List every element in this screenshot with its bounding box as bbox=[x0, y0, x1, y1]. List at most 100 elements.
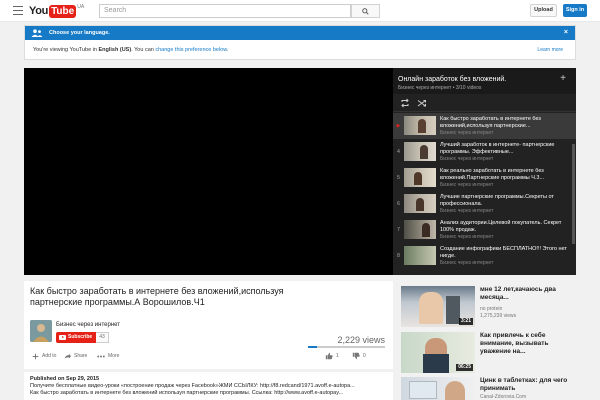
playlist-item-channel: Бизнес через интернет bbox=[440, 182, 494, 188]
shuffle-icon[interactable] bbox=[417, 98, 427, 108]
playlist-item[interactable]: 4 Лучший заработок в интернете- партнерс… bbox=[393, 139, 576, 165]
more-button[interactable]: More bbox=[97, 351, 119, 361]
masthead: You Tube UA Search Upload Sign in bbox=[0, 0, 600, 22]
close-icon[interactable]: × bbox=[564, 28, 568, 37]
dislike-count: 0 bbox=[363, 353, 366, 359]
language-banner: Choose your language. × You're viewing Y… bbox=[24, 25, 576, 60]
publish-date: Published on Sep 29, 2015 bbox=[30, 376, 100, 382]
add-to-button[interactable]: Add to bbox=[32, 351, 56, 361]
guide-menu-icon[interactable] bbox=[13, 6, 23, 15]
video-duration: 06:25 bbox=[456, 364, 473, 371]
playlist-item-index: 8 bbox=[397, 253, 400, 259]
users-icon bbox=[31, 29, 43, 37]
like-button[interactable]: 1 bbox=[325, 351, 339, 361]
video-info: Как быстро заработать в интернете без вл… bbox=[24, 281, 393, 369]
playlist-item-title: Как реально заработать в интернете без в… bbox=[440, 168, 545, 181]
avatar-image bbox=[30, 320, 52, 342]
logo-region-code: UA bbox=[77, 4, 85, 10]
playlist-item[interactable]: ▶ Как быстро заработать в интернете без … bbox=[393, 113, 576, 139]
video-description: Published on Sep 29, 2015 Получите беспл… bbox=[24, 372, 393, 400]
sign-in-button[interactable]: Sign in bbox=[563, 4, 587, 17]
description-line-1: Получите бесплатные видео-уроки «построе… bbox=[30, 383, 355, 389]
playlist-item-channel: Бизнес через интернет bbox=[440, 130, 494, 136]
banner-message: You're viewing YouTube in English (US). … bbox=[33, 46, 228, 54]
dislike-button[interactable]: 0 bbox=[352, 351, 366, 361]
learn-more-link[interactable]: Learn more bbox=[537, 46, 563, 54]
playlist-thumbnail bbox=[404, 246, 436, 265]
suggested-title: Как привлечь к себе внимание, вызывать у… bbox=[480, 332, 549, 355]
add-to-label: Add to bbox=[42, 353, 57, 359]
logo-tube-text: Tube bbox=[49, 4, 77, 18]
more-label: More bbox=[108, 353, 120, 359]
channel-avatar[interactable] bbox=[30, 320, 52, 342]
subscribe-label[interactable]: Subscribe bbox=[56, 332, 97, 343]
view-count: 2,229 views bbox=[337, 335, 385, 345]
playlist-item-title: Создание инфографики БЕСПЛАТНО!!! Этого … bbox=[440, 246, 567, 259]
suggested-channel: Canal-Zdorovia.Com bbox=[480, 394, 527, 400]
video-actions: Add to Share More 1 0 bbox=[30, 351, 387, 363]
share-label: Share bbox=[74, 353, 88, 359]
suggested-video[interactable]: Цинк в таблетках: для чего принимать Can… bbox=[401, 377, 576, 400]
playlist-controls bbox=[393, 94, 576, 112]
search-icon bbox=[362, 7, 369, 15]
search-input[interactable]: Search bbox=[99, 4, 351, 18]
playlist-item-title: Лучшие партнерские программы.Секреты от … bbox=[440, 194, 554, 207]
youtube-logo[interactable]: You Tube UA bbox=[29, 4, 84, 18]
playlist-item[interactable]: 6 Лучшие партнерские программы.Секреты о… bbox=[393, 191, 576, 217]
suggested-views: 1,275,239 views bbox=[480, 313, 517, 319]
banner-text-suffix: . bbox=[226, 47, 229, 53]
subscribe-button[interactable]: Subscribe 43 bbox=[56, 332, 116, 343]
playlist-item-index: 7 bbox=[397, 227, 400, 233]
add-to-playlist-icon[interactable]: + bbox=[560, 74, 566, 84]
logo-you-text: You bbox=[29, 5, 49, 17]
playlist-thumbnail bbox=[404, 168, 436, 187]
like-count: 1 bbox=[336, 353, 339, 359]
description-line-2: Как быстро заработать в интернете без вл… bbox=[30, 390, 344, 396]
like-ratio-fill bbox=[308, 346, 318, 348]
suggested-video[interactable]: 3:21 мне 12 лет,качаюсь два месяца... no… bbox=[401, 286, 576, 327]
playlist-item-channel: Бизнес через интернет bbox=[440, 260, 494, 266]
playlist-item-index: 6 bbox=[397, 201, 400, 207]
playlist-item-channel: Бизнес через интернет bbox=[440, 234, 494, 240]
playlist-item[interactable]: 8 Создание инфографики БЕСПЛАТНО!!! Этог… bbox=[393, 243, 576, 269]
video-title: Как быстро заработать в интернете без вл… bbox=[30, 286, 284, 307]
suggested-title: Цинк в таблетках: для чего принимать bbox=[480, 377, 568, 392]
banner-text-middle: . You can bbox=[131, 47, 156, 53]
upload-button[interactable]: Upload bbox=[530, 4, 557, 17]
playlist-item-index: ▶ bbox=[396, 123, 401, 129]
suggested-thumbnail: 06:25 bbox=[401, 332, 475, 373]
playlist-item[interactable]: 7 Анализ аудитории.Целевой покупатель. С… bbox=[393, 217, 576, 243]
banner-text-prefix: You're viewing YouTube in bbox=[33, 47, 99, 53]
video-duration: 3:21 bbox=[458, 318, 473, 325]
subscribe-text: Subscribe bbox=[68, 334, 93, 340]
banner-header: Choose your language. × bbox=[25, 26, 575, 40]
suggested-thumbnail: 3:21 bbox=[401, 286, 475, 327]
suggested-thumbnail bbox=[401, 377, 475, 400]
playlist-item-channel: Бизнес через интернет bbox=[440, 208, 494, 214]
subscriber-count: 43 bbox=[96, 332, 109, 343]
playlist-item-channel: Бизнес через интернет bbox=[440, 156, 494, 162]
playlist-item-title: Анализ аудитории.Целевой покупатель. Сек… bbox=[440, 220, 562, 233]
playlist-thumbnail bbox=[404, 142, 436, 161]
change-preference-link[interactable]: change this preference below bbox=[155, 47, 227, 53]
banner-language: English (US) bbox=[98, 47, 132, 53]
playlist-panel: Онлайн заработок без вложений. Бизнес че… bbox=[393, 68, 576, 275]
video-player[interactable] bbox=[24, 68, 393, 275]
thumbs-down-icon bbox=[352, 352, 360, 360]
suggested-video[interactable]: 06:25 Как привлечь к себе внимание, вызы… bbox=[401, 332, 576, 373]
channel-name[interactable]: Бизнес через интернет bbox=[56, 321, 120, 329]
suggested-title: мне 12 лет,качаюсь два месяца... bbox=[480, 286, 556, 301]
playlist-scrollbar[interactable] bbox=[572, 144, 575, 244]
playlist-subtitle: Бизнес через интернет • 3/10 videos bbox=[398, 85, 482, 91]
thumbs-up-icon bbox=[325, 352, 333, 360]
suggested-channel: no protein bbox=[480, 306, 503, 312]
playlist-title[interactable]: Онлайн заработок без вложений. bbox=[398, 75, 506, 84]
plus-icon bbox=[32, 353, 39, 359]
playlist-item[interactable]: 5 Как реально заработать в интернете без… bbox=[393, 165, 576, 191]
playlist-item-index: 5 bbox=[397, 175, 400, 181]
share-button[interactable]: Share bbox=[64, 351, 87, 361]
youtube-play-icon bbox=[59, 335, 66, 340]
playlist-item-title: Как быстро заработать в интернете без вл… bbox=[440, 116, 541, 129]
loop-icon[interactable] bbox=[400, 98, 410, 108]
search-button[interactable] bbox=[351, 4, 380, 18]
